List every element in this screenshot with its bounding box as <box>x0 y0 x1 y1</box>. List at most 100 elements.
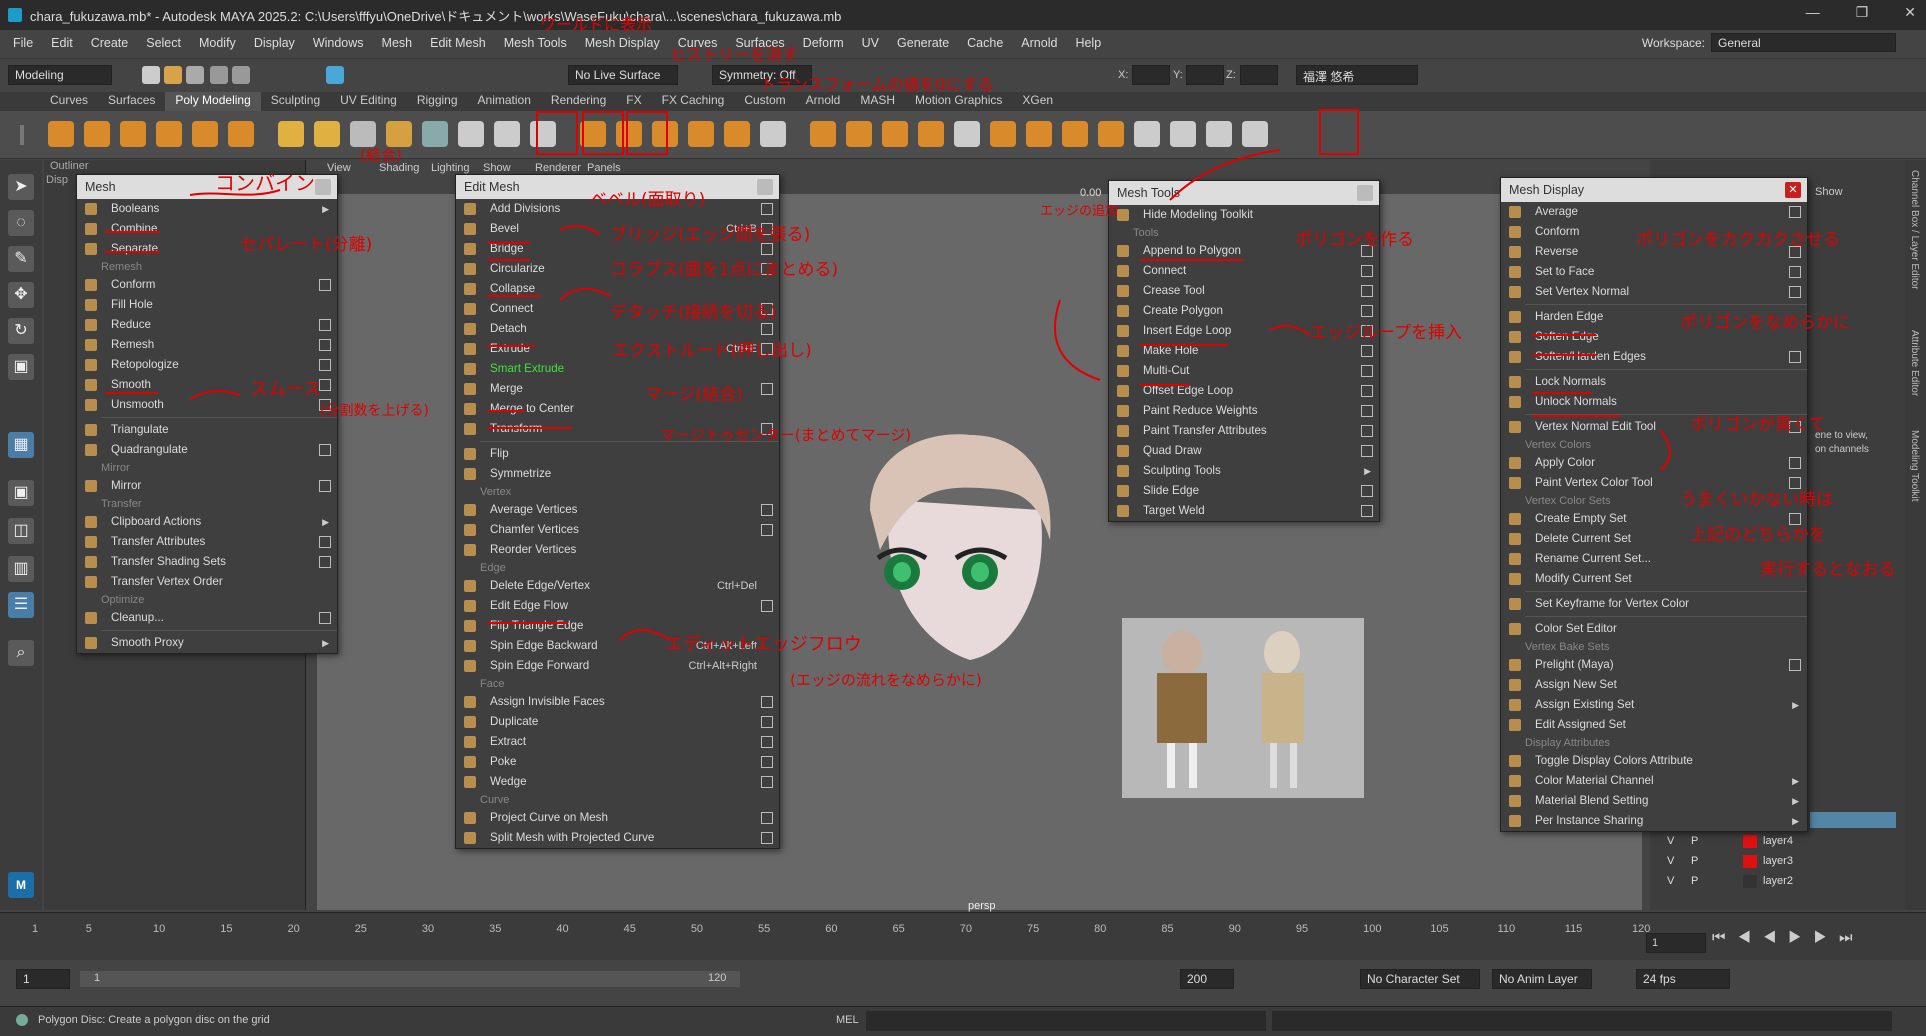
option-box-icon[interactable] <box>761 263 773 275</box>
menu-modify[interactable]: Modify <box>190 36 245 50</box>
option-box-icon[interactable] <box>1361 265 1373 277</box>
close-icon[interactable] <box>315 179 331 195</box>
layer-name[interactable]: layer3 <box>1763 855 1793 867</box>
workspace-selector[interactable]: Workspace: General <box>1642 33 1896 52</box>
menu-item-combine[interactable]: Combine <box>77 219 337 239</box>
shelf-tool-icon[interactable] <box>918 121 944 147</box>
option-box-icon[interactable] <box>1361 445 1373 457</box>
menu-item-paint-vertex-color-tool[interactable]: Paint Vertex Color Tool <box>1501 473 1807 493</box>
shelf-tool-icon[interactable] <box>616 121 642 147</box>
shelf-tool-icon[interactable] <box>120 121 146 147</box>
script-language-label[interactable]: MEL <box>836 1014 859 1026</box>
shelf-tool-icon[interactable] <box>1134 121 1160 147</box>
option-box-icon[interactable] <box>761 383 773 395</box>
shelf-tab-mash[interactable]: MASH <box>850 92 905 111</box>
shelf-tool-icon[interactable] <box>760 121 786 147</box>
menu-item-quad-draw[interactable]: Quad Draw <box>1109 441 1379 461</box>
menu-item-triangulate[interactable]: Triangulate <box>77 420 337 440</box>
menu-item-transfer-attributes[interactable]: Transfer Attributes <box>77 532 337 552</box>
shelf-tool-icon[interactable] <box>422 121 448 147</box>
menu-item-set-keyframe-for-vertex-color[interactable]: Set Keyframe for Vertex Color <box>1501 594 1807 614</box>
menu-item-split-mesh-with-projected-curve[interactable]: Split Mesh with Projected Curve <box>456 828 779 848</box>
shelf-tab-motion-graphics[interactable]: Motion Graphics <box>905 92 1012 111</box>
menu-item-smooth-proxy[interactable]: Smooth Proxy ▶ <box>77 633 337 653</box>
close-icon[interactable] <box>1357 185 1373 201</box>
open-scene-icon[interactable] <box>164 66 182 84</box>
menu-item-assign-existing-set[interactable]: Assign Existing Set ▶ <box>1501 695 1807 715</box>
menu-curves[interactable]: Curves <box>669 36 727 50</box>
shelf-tab-xgen[interactable]: XGen <box>1012 92 1063 111</box>
shelf-tool-icon[interactable] <box>810 121 836 147</box>
menu-item-color-set-editor[interactable]: Color Set Editor <box>1501 619 1807 639</box>
shelf-tab-uv-editing[interactable]: UV Editing <box>330 92 407 111</box>
layout-single-icon[interactable]: ▦ <box>8 432 34 458</box>
move-tool-icon[interactable]: ✥ <box>8 282 34 308</box>
menu-item-delete-current-set[interactable]: Delete Current Set <box>1501 529 1807 549</box>
option-box-icon[interactable] <box>319 556 331 568</box>
menu-item-apply-color[interactable]: Apply Color <box>1501 453 1807 473</box>
option-box-icon[interactable] <box>761 524 773 536</box>
option-box-icon[interactable] <box>1361 345 1373 357</box>
option-box-icon[interactable] <box>319 536 331 548</box>
menu-item-prelight-maya[interactable]: Prelight (Maya) <box>1501 655 1807 675</box>
layer-playback-toggle[interactable]: P <box>1691 875 1698 887</box>
menu-item-set-vertex-normal[interactable]: Set Vertex Normal <box>1501 282 1807 302</box>
layer-playback-toggle[interactable]: P <box>1691 855 1698 867</box>
option-box-icon[interactable] <box>761 600 773 612</box>
menu-item-conform[interactable]: Conform <box>77 275 337 295</box>
menu-item-bridge[interactable]: Bridge <box>456 239 779 259</box>
menu-item-poke[interactable]: Poke <box>456 752 779 772</box>
tab-attribute-editor[interactable]: Attribute Editor <box>1909 330 1920 396</box>
shelf-tool-icon[interactable] <box>84 121 110 147</box>
layer-visibility-toggle[interactable]: V <box>1667 855 1674 867</box>
shelf-tool-icon[interactable] <box>1242 121 1268 147</box>
selected-layer-row[interactable] <box>1810 812 1896 828</box>
shelf-tool-icon[interactable] <box>990 121 1016 147</box>
menu-item-create-polygon[interactable]: Create Polygon <box>1109 301 1379 321</box>
menu-mesh-tools[interactable]: Mesh Tools <box>495 36 576 50</box>
menu-item-reverse[interactable]: Reverse <box>1501 242 1807 262</box>
menu-item-set-to-face[interactable]: Set to Face <box>1501 262 1807 282</box>
menu-item-soften-edge[interactable]: Soften Edge <box>1501 327 1807 347</box>
menu-item-connect[interactable]: Connect <box>1109 261 1379 281</box>
menu-item-average[interactable]: Average <box>1501 202 1807 222</box>
menu-item-cleanup[interactable]: Cleanup... <box>77 608 337 628</box>
menu-item-booleans[interactable]: Booleans ▶ <box>77 199 337 219</box>
search-icon[interactable]: ⌕ <box>8 640 34 666</box>
time-slider[interactable]: 1 ⏮◀◀▶▶⏭ 1 5 10 15 20 25 30 35 40 45 50 55 60 65 70 75 8… <box>0 912 1926 960</box>
layer-color-swatch[interactable] <box>1743 835 1757 848</box>
shelf-tab-curves[interactable]: Curves <box>40 92 98 111</box>
menu-item-fill-hole[interactable]: Fill Hole <box>77 295 337 315</box>
shelf-tool-icon[interactable] <box>278 121 304 147</box>
select-tool-icon[interactable] <box>326 66 344 84</box>
menu-item-multi-cut[interactable]: Multi-Cut <box>1109 361 1379 381</box>
shelf-tool-icon[interactable] <box>1062 121 1088 147</box>
shelf-tab-custom[interactable]: Custom <box>734 92 795 111</box>
new-scene-icon[interactable] <box>142 66 160 84</box>
option-box-icon[interactable] <box>1789 457 1801 469</box>
shelf-tool-icon[interactable] <box>350 121 376 147</box>
shelf-tab-animation[interactable]: Animation <box>468 92 541 111</box>
shelf-tool-icon[interactable] <box>386 121 412 147</box>
range-bar[interactable]: 1 120 <box>80 971 740 987</box>
redo-icon[interactable] <box>232 66 250 84</box>
menu-item-collapse[interactable]: Collapse <box>456 279 779 299</box>
option-box-icon[interactable] <box>1361 385 1373 397</box>
option-box-icon[interactable] <box>319 279 331 291</box>
character-set-dropdown[interactable]: No Character Set <box>1360 969 1480 989</box>
menu-item-project-curve-on-mesh[interactable]: Project Curve on Mesh <box>456 808 779 828</box>
menu-item-smooth[interactable]: Smooth <box>77 375 337 395</box>
option-box-icon[interactable] <box>319 319 331 331</box>
option-box-icon[interactable] <box>1361 405 1373 417</box>
menu-item-chamfer-vertices[interactable]: Chamfer Vertices <box>456 520 779 540</box>
shelf-tool-icon[interactable] <box>724 121 750 147</box>
start-frame-field[interactable]: 1 <box>16 969 70 989</box>
shelf-tool-icon[interactable] <box>882 121 908 147</box>
option-box-icon[interactable] <box>1789 477 1801 489</box>
menu-deform[interactable]: Deform <box>794 36 853 50</box>
character-head-model[interactable] <box>860 430 1060 670</box>
option-box-icon[interactable] <box>319 359 331 371</box>
shelf-tab-surfaces[interactable]: Surfaces <box>98 92 165 111</box>
shelf-tool-icon[interactable] <box>192 121 218 147</box>
option-box-icon[interactable] <box>761 243 773 255</box>
